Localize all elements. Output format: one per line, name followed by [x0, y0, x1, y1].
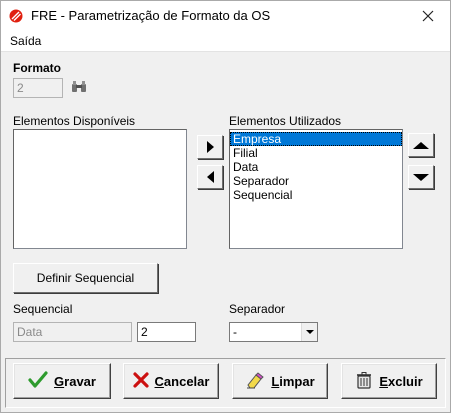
gravar-label: ravar — [64, 373, 96, 389]
separador-value: - — [233, 325, 237, 339]
sequencial-type-field[interactable]: Data — [13, 322, 132, 342]
separador-select[interactable]: - — [229, 322, 318, 342]
cancelar-hotkey: C — [154, 373, 164, 389]
close-button[interactable] — [406, 1, 450, 31]
formato-field[interactable]: 2 — [13, 78, 63, 98]
cancelar-button[interactable]: Cancelar — [123, 363, 219, 399]
disponiveis-list[interactable] — [13, 129, 187, 249]
gravar-button[interactable]: Gravar — [13, 363, 111, 399]
sequencial-value-field[interactable]: 2 — [137, 322, 196, 342]
list-item[interactable]: Data — [230, 160, 402, 174]
cancelar-label: ancelar — [163, 373, 210, 389]
close-icon — [422, 6, 434, 27]
window-title: FRE - Parametrização de Formato da OS — [31, 8, 271, 23]
arrow-left-icon — [206, 171, 214, 183]
chevron-down-icon[interactable] — [301, 323, 317, 341]
definir-sequencial-button[interactable]: Definir Sequencial — [13, 263, 158, 293]
binoculars-icon — [71, 80, 87, 96]
checkmark-icon — [28, 370, 48, 392]
limpar-label: impar — [279, 373, 315, 389]
excluir-button[interactable]: Excluir — [341, 363, 437, 399]
eraser-icon — [245, 371, 265, 392]
excluir-hotkey: E — [379, 373, 388, 389]
x-icon — [132, 371, 149, 391]
arrow-right-icon — [206, 141, 214, 153]
move-down-button[interactable] — [408, 165, 434, 189]
disponiveis-label: Elementos Disponíveis — [13, 114, 136, 128]
sequencial-label: Sequencial — [13, 302, 73, 316]
dialog-window: FRE - Parametrização de Formato da OS Sa… — [0, 0, 451, 413]
trash-icon — [355, 371, 373, 392]
arrow-down-icon — [413, 173, 429, 181]
list-item[interactable]: Sequencial — [230, 188, 402, 202]
move-up-button[interactable] — [408, 133, 434, 157]
utilizados-list[interactable]: Empresa Filial Data Separador Sequencial — [229, 129, 403, 249]
formato-search-button[interactable] — [67, 77, 91, 99]
arrow-up-icon — [413, 141, 429, 149]
formato-label: Formato — [13, 61, 61, 75]
menu-bar: Saída — [1, 31, 450, 51]
separador-label: Separador — [229, 302, 286, 316]
list-item[interactable]: Filial — [230, 146, 402, 160]
excluir-label: xcluir — [387, 373, 423, 389]
list-item[interactable]: Separador — [230, 174, 402, 188]
title-bar: FRE - Parametrização de Formato da OS — [1, 1, 450, 31]
fre-logo-icon — [9, 9, 23, 23]
menu-item-saida[interactable]: Saída — [10, 34, 41, 48]
list-item[interactable]: Empresa — [230, 132, 402, 146]
limpar-button[interactable]: Limpar — [232, 363, 328, 399]
utilizados-label: Elementos Utilizados — [229, 114, 342, 128]
remove-element-button[interactable] — [197, 165, 223, 189]
add-element-button[interactable] — [197, 135, 223, 159]
form-content: Formato 2 Elementos Disponíveis Elemento… — [1, 51, 450, 355]
gravar-hotkey: G — [54, 373, 65, 389]
